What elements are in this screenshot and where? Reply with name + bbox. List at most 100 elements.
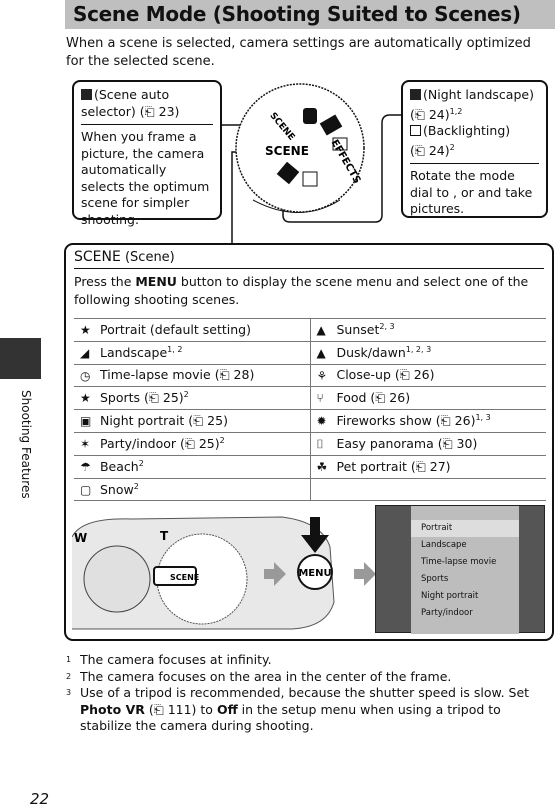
easy-panorama-icon: ⌷ [316,436,324,451]
footnote-2: 2 The camera focuses on the area in the c… [66,668,452,684]
callout-body: Rotate the mode dial to , or and take pi… [410,168,533,217]
scene-cell: ▲ Sunset2, 3 [309,318,546,342]
menu-item[interactable]: Party/indoor [411,605,519,622]
page-ref: (⎗ 24) [410,106,450,122]
footnote-ref: 2 [183,390,189,400]
footnote-ref: 2 [133,481,139,491]
table-row: ★ Sports (⎗ 25)2 ⑂ Food (⎗ 26) [74,386,546,411]
scene-heading: SCENE (Scene) [74,249,544,269]
camera-illustration: SCENE W T MENU [72,516,376,630]
table-row: ▣ Night portrait (⎗ 25) ✹ Fireworks show … [74,409,546,433]
scene-name: Fireworks show (⎗ 26) [336,413,476,429]
scene-cell: ▲ Dusk/dawn1, 2, 3 [309,340,546,365]
table-row: ☂ Beach2 ☘ Pet portrait (⎗ 27) [74,454,546,479]
night-landscape-label: (Night landscape) [423,87,534,102]
footnote-ref: 2 [449,142,455,152]
party-indoor-icon: ✶ [80,436,91,451]
scene-name: Food (⎗ 26) [336,390,411,406]
footnote-ref: 1, 2 [167,345,183,355]
night-backlight-callout: (Night landscape) (⎗ 24)1,2 (Backlightin… [401,80,548,218]
footnote-ref: 1, 2, 3 [405,345,432,355]
footnote-1: 1 The camera focuses at infinity. [66,652,272,667]
scene-name: Landscape [99,345,168,361]
night-portrait-icon: ▣ [80,414,92,429]
footnote-ref: 1, 3 [475,413,491,422]
scene-name: Sports (⎗ 25) [99,390,184,406]
scene-name: Snow [99,482,134,498]
backlighting-label: (Backlighting) [423,123,511,139]
scene-description: Press the MENU button to display the sce… [74,274,529,307]
sports-icon: ★ [80,391,91,406]
dusk-dawn-icon: ▲ [316,346,326,361]
lens [83,545,151,613]
auto-mode-icon [303,108,317,124]
menu-item[interactable]: Landscape [411,537,519,554]
scene-sub: (Scene) [124,250,175,265]
menu-button-label: MENU [135,274,177,289]
scene-table: ★ Portrait (default setting) ▲ Sunset2, 3… [74,318,546,502]
page-ref: (⎗ 24) [410,142,450,158]
footnote-ref: 2 [219,435,225,445]
scene-cell: ⚘ Close-up (⎗ 26) [309,363,546,388]
pet-portrait-icon: ☘ [316,459,328,474]
scene-cell: ★ Sports (⎗ 25)2 [74,386,310,411]
scene-name: Beach [99,459,139,475]
close-up-icon: ⚘ [316,368,328,383]
table-row: ★ Portrait (default setting) ▲ Sunset2, 3 [74,318,546,342]
backlighting-icon [302,171,318,187]
beach-icon: ☂ [80,460,91,475]
menu-item[interactable]: Portrait [411,520,519,537]
scene-menu-list: Portrait Landscape Time-lapse movie Sports N… [411,506,519,634]
zoom-w-label: W [74,531,87,545]
scene-cell: ⌷ Easy panorama (⎗ 30) [309,431,546,456]
footnote-3: 3 Use of a tripod is recommended, because… [66,685,530,733]
scene-cell: ★ Portrait (default setting) [74,318,310,342]
scene-name: Easy panorama (⎗ 30) [336,435,478,451]
dial-scene-label: SCENE [265,144,309,158]
scene-cell: ☂ Beach2 [74,454,310,479]
menu-item[interactable]: Night portrait [411,588,519,605]
scene-cell: ◷ Time-lapse movie (⎗ 28) [74,363,310,388]
scene-label: SCENE [74,249,121,265]
scene-cell: ☘ Pet portrait (⎗ 27) [309,454,546,479]
time-lapse-icon: ◷ [80,368,91,383]
scene-name: Pet portrait (⎗ 27) [336,458,451,474]
section-tab [0,338,41,379]
scene-cell: ▢ Snow2 [74,477,310,502]
arrow-right-icon [354,562,376,586]
landscape-icon: ◢ [80,346,90,361]
table-row: ◢ Landscape1, 2 ▲ Dusk/dawn1, 2, 3 [74,340,546,365]
callout-body: When you frame a picture, the camera aut… [81,129,210,227]
zoom-t-label: T [160,529,169,543]
scene-name: Time-lapse movie (⎗ 28) [99,367,255,383]
scene-auto-selector-icon [81,89,92,100]
portrait-icon: ★ [80,323,91,338]
table-row: ✶ Party/indoor (⎗ 25)2 ⌷ Easy panorama (⎗… [74,431,546,456]
footnote-ref: 1,2 [449,106,463,116]
snow-icon: ▢ [80,483,92,498]
fireworks-icon: ✹ [316,414,327,429]
night-landscape-icon [410,89,421,100]
footnote-ref: 2 [138,459,144,469]
scene-cell: ✶ Party/indoor (⎗ 25)2 [74,431,310,456]
table-row: ◷ Time-lapse movie (⎗ 28) ⚘ Close-up (⎗ 2… [74,363,546,388]
table-row: ▢ Snow2 [74,477,546,502]
scene-name: Night portrait (⎗ 25) [99,413,228,429]
menu-button-label: MENU [298,568,331,579]
sunset-icon: ▲ [316,323,326,338]
page-number: 22 [30,790,50,808]
scene-cell: ◢ Landscape1, 2 [74,340,310,365]
scene-cell: ✹ Fireworks show (⎗ 26)1, 3 [309,409,546,433]
scene-auto-callout: (Scene auto selector) (⎗ 23) When you fr… [72,80,222,227]
scene-cell: ⑂ Food (⎗ 26) [309,386,546,411]
footnotes: 1 The camera focuses at infinity. 2 The ca… [66,652,551,735]
menu-item[interactable]: Time-lapse movie [411,554,519,571]
scene-name: Party/indoor (⎗ 25) [99,435,220,451]
camera-scene-label: SCENE [170,573,199,582]
scene-name: Close-up (⎗ 26) [336,367,435,383]
menu-item[interactable]: Sports [411,571,519,588]
scene-cell [309,477,546,502]
scene-name: Dusk/dawn [336,345,406,361]
scene-name: Portrait (default setting) [99,322,251,338]
callout-heading: (Scene auto selector) (⎗ 23) [81,87,180,119]
